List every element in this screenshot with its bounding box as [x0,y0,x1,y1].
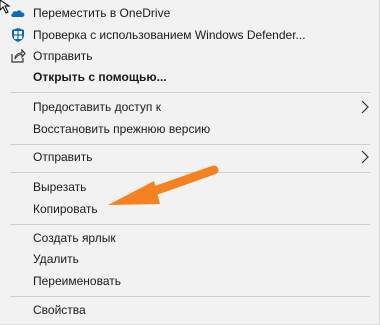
menu-item-label: Копировать [33,202,98,216]
menu-item-label: Переименовать [33,274,121,288]
menu-item-delete[interactable]: Удалить [0,248,378,270]
menu-item-label: Открыть с помощью... [33,70,167,84]
menu-item-label: Проверка с использованием Windows Defend… [33,28,306,42]
menu-item-label: Вырезать [33,180,87,194]
menu-item-label: Восстановить прежнюю версию [33,122,211,136]
menu-item-label: Свойства [33,303,86,317]
menu-item-label: Удалить [33,252,79,266]
menu-item-rename[interactable]: Переименовать [0,270,378,292]
share-icon [11,48,26,63]
windows-defender-shield-icon [12,28,24,42]
menu-item-create-shortcut[interactable]: Создать ярлык [0,227,378,249]
menu-item-label: Переместить в OneDrive [33,6,171,20]
menu-item-properties[interactable]: Свойства [0,299,378,321]
menu-item-label: Отправить [33,49,93,63]
context-menu: Переместить в OneDrive Проверка с исполь… [0,0,380,325]
menu-item-give-access-to[interactable]: Предоставить доступ к [0,96,378,118]
menu-item-move-to-onedrive[interactable]: Переместить в OneDrive [0,2,378,24]
menu-item-label: Предоставить доступ к [33,100,161,114]
menu-item-label: Создать ярлык [33,231,116,245]
menu-item-restore-previous-version[interactable]: Восстановить прежнюю версию [0,118,378,140]
menu-separator [10,172,370,173]
chevron-right-icon [361,100,369,114]
menu-item-scan-windows-defender[interactable]: Проверка с использованием Windows Defend… [0,24,378,46]
menu-separator [10,296,370,297]
chevron-right-icon [361,150,369,164]
menu-item-label: Отправить [33,150,93,164]
menu-item-open-with[interactable]: Открыть с помощью... [0,66,378,88]
menu-separator [10,224,370,225]
menu-item-copy[interactable]: Копировать [0,198,378,220]
menu-item-share[interactable]: Отправить [0,45,378,67]
onedrive-cloud-icon [11,10,25,17]
menu-separator [10,92,370,93]
menu-separator [10,144,370,145]
menu-item-send-to[interactable]: Отправить [0,146,378,168]
menu-item-cut[interactable]: Вырезать [0,176,378,198]
